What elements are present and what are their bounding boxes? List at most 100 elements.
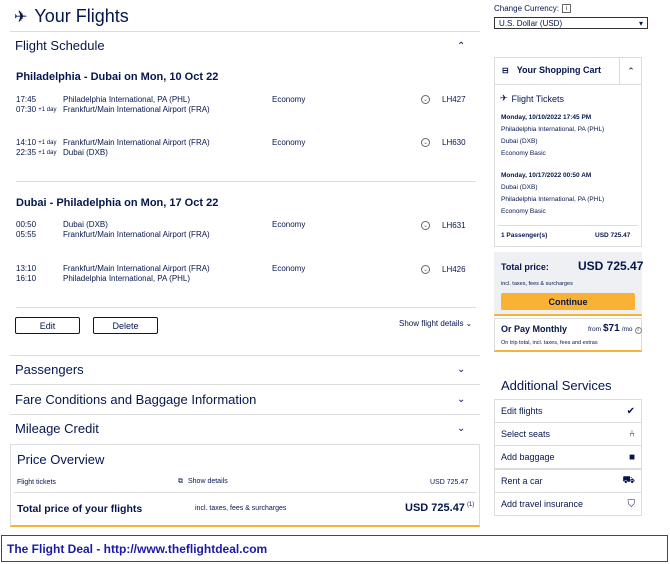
dep-time: 17:45 [16,95,37,104]
service-label: Add baggage [501,452,555,462]
arrival-airport: Frankfurt/Main International Airport (FR… [63,105,210,114]
flight-info-icon[interactable]: ⌄ [421,138,430,147]
change-currency-label: Change Currency: [494,4,559,13]
monthly-amount: $71 [603,323,620,334]
arr-time: 07:30 [16,105,37,114]
shopping-cart-title: Your Shopping Cart [516,65,602,75]
leg-times: 00:50 05:55 [16,220,36,240]
flight-tickets-title: Flight Tickets [511,93,565,104]
flight-info-icon[interactable]: ⌄ [421,95,430,104]
outbound-date: Monday, 10/10/2022 17:45 PM [501,114,592,121]
price-overview-title: Price Overview [17,452,105,467]
show-flight-details-link[interactable]: Show flight details ⌄ [399,319,472,328]
travel-insurance-service[interactable]: Add travel insurance ⛉ [494,492,642,516]
monthly-unit: /mo [621,326,633,333]
flight-tickets-heading: ✈ Flight Tickets [500,93,564,104]
shopping-cart-header[interactable]: ⊟ Your Shopping Cart [502,65,601,75]
flight-tickets-price: USD 725.47 [430,479,469,486]
total-price-label: Total price of your flights [17,503,143,515]
page-title-text: Your Flights [34,6,129,26]
departure-airport: Frankfurt/Main International Airport (FR… [63,264,210,273]
link-icon: ⧉ [178,478,183,485]
cabin-class: Economy [272,95,306,104]
baggage-icon: ■ [628,451,635,463]
info-icon[interactable]: i [634,326,642,334]
service-label: Rent a car [501,476,543,486]
flight-number[interactable]: LH630 [442,138,466,147]
page-title: ✈ Your Flights [14,6,129,27]
chevron-down-icon[interactable]: ⌄ [457,394,465,405]
airplane-icon: ✈ [500,93,508,103]
total-price-note: incl. taxes, fees & surcharges [195,505,287,512]
rent-a-car-service[interactable]: Rent a car ⛟ [494,469,642,493]
currency-select[interactable]: U.S. Dollar (USD) ▾ [494,17,648,29]
sidebar-total-note: incl. taxes, fees & surcharges [501,281,573,287]
leg-airports: Philadelphia International, PA (PHL) Fra… [63,95,210,115]
outbound-fare: Economy Basic [501,150,546,157]
cabin-class: Economy [272,220,306,229]
inbound-from: Dubai (DXB) [501,184,538,191]
departure-airport: Dubai (DXB) [63,220,108,229]
passengers-section[interactable]: Passengers [15,362,84,377]
change-currency: Change Currency: i [494,4,571,13]
chevron-up-icon[interactable]: ⌃ [619,58,642,84]
inbound-fare: Economy Basic [501,208,546,215]
car-icon: ⛟ [622,474,635,486]
departure-airport: Frankfurt/Main International Airport (FR… [63,138,210,147]
flight-info-icon[interactable]: ⌄ [421,221,430,230]
service-label: Add travel insurance [501,499,584,509]
select-seats-service[interactable]: Select seats ⑃ [494,422,642,446]
seat-icon: ⑃ [629,428,635,440]
leg-times: 14:10 +1 day 22:35 +1 day [16,138,56,158]
flight-number[interactable]: LH426 [442,265,466,274]
edit-flights-service[interactable]: Edit flights ✔ [494,399,642,423]
leg-times: 13:10 16:10 [16,264,36,284]
airplane-icon: ✈ [14,8,28,26]
flight-info-icon[interactable]: ⌄ [421,265,430,274]
leg-airports: Frankfurt/Main International Airport (FR… [63,264,210,284]
info-icon[interactable]: i [561,4,571,13]
chevron-down-icon[interactable]: ⌄ [457,364,465,375]
arr-time: 22:35 [16,148,37,157]
chevron-down-icon[interactable]: ⌄ [457,423,465,434]
show-flight-details-label: Show flight details [399,319,464,328]
arr-time: 16:10 [16,274,37,283]
chevron-up-icon[interactable]: ⌃ [457,41,465,52]
outbound-to: Dubai (DXB) [501,138,538,145]
leg-airports: Dubai (DXB) Frankfurt/Main International… [63,220,210,240]
mileage-credit-section[interactable]: Mileage Credit [15,421,99,436]
cabin-class: Economy [272,264,306,273]
pay-monthly-note: On trip total, incl. taxes, fees and ext… [501,340,598,346]
edit-button[interactable]: Edit [15,317,80,334]
from-label: from [588,326,601,333]
dep-time: 14:10 [16,138,37,147]
day-offset: +1 day [38,140,57,146]
cabin-class: Economy [272,138,306,147]
shield-icon: ⛉ [627,498,636,510]
flight-number[interactable]: LH427 [442,95,466,104]
inbound-date: Monday, 10/17/2022 00:50 AM [501,172,592,179]
pay-monthly-label[interactable]: Or Pay Monthly [501,324,567,334]
total-price-value: USD 725.47 (1) [405,502,474,514]
inbound-route-title: Dubai - Philadelphia on Mon, 17 Oct 22 [16,197,219,209]
service-label: Select seats [501,429,551,439]
departure-airport: Philadelphia International, PA (PHL) [63,95,191,104]
add-baggage-service[interactable]: Add baggage ■ [494,445,642,469]
dep-time: 00:50 [16,220,37,229]
continue-button[interactable]: Continue [501,293,635,310]
passenger-price: USD 725.47 [595,232,631,239]
show-details-label: Show details [188,478,228,485]
delete-button[interactable]: Delete [93,317,158,334]
sidebar-total-value: USD 725.47 [578,259,644,273]
arrival-airport: Frankfurt/Main International Airport (FR… [63,230,210,239]
flight-number[interactable]: LH631 [442,221,466,230]
day-offset: +1 day [38,107,57,113]
sidebar-total-label: Total price: [501,262,549,272]
show-details-link[interactable]: ⧉ Show details [178,478,228,486]
service-label: Edit flights [501,406,543,416]
currency-select-value: U.S. Dollar (USD) [499,18,563,28]
flight-tickets-label: Flight tickets [17,479,56,486]
checkmark-icon: ✔ [626,405,635,417]
additional-services-title: Additional Services [501,378,612,393]
fare-conditions-section[interactable]: Fare Conditions and Baggage Information [15,392,256,407]
